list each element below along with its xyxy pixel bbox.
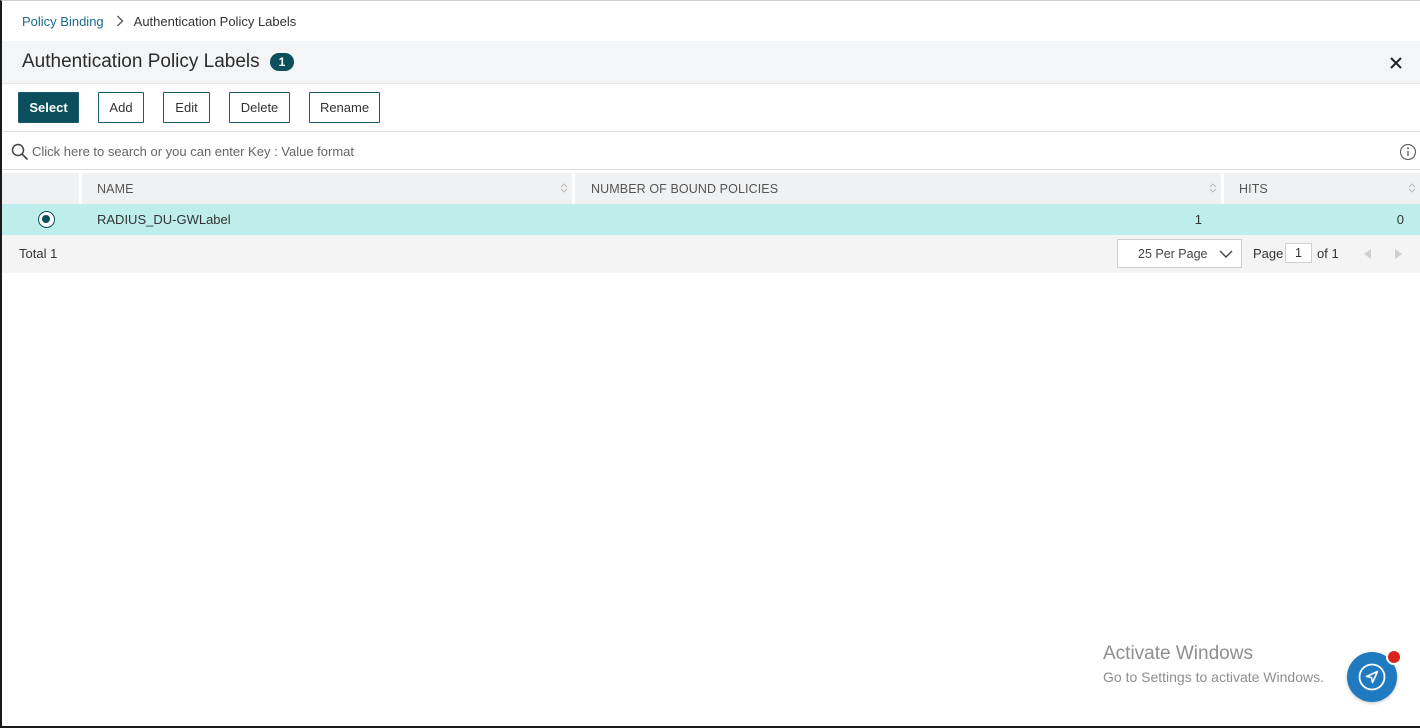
per-page-select[interactable]: 25 Per Page — [1117, 239, 1242, 268]
chevron-left-icon — [1364, 249, 1371, 259]
windows-activation-watermark: Activate Windows Go to Settings to activ… — [1103, 643, 1324, 685]
info-icon[interactable] — [1399, 143, 1417, 166]
chevron-down-icon — [1219, 250, 1233, 258]
close-button[interactable] — [1388, 55, 1404, 71]
cell-bound-policies: 1 — [1194, 212, 1202, 227]
page-title-text: Authentication Policy Labels — [22, 51, 260, 72]
sort-icon — [1408, 183, 1416, 193]
search-icon — [11, 143, 29, 166]
watermark-title: Activate Windows — [1103, 643, 1253, 664]
column-header-hits[interactable]: HITS — [1224, 173, 1420, 204]
watermark-subtitle: Go to Settings to activate Windows. — [1103, 669, 1324, 685]
search-input[interactable] — [32, 140, 1372, 162]
chevron-right-icon — [1395, 249, 1402, 259]
next-page-button[interactable] — [1394, 248, 1403, 263]
edit-button[interactable]: Edit — [163, 92, 210, 123]
close-icon — [1390, 57, 1402, 69]
navigation-arrow-icon — [1358, 663, 1386, 691]
row-select-radio[interactable] — [38, 204, 55, 235]
page-title: Authentication Policy Labels 1 — [22, 51, 295, 73]
total-value: 1 — [50, 246, 58, 261]
delete-button[interactable]: Delete — [229, 92, 290, 123]
add-button[interactable]: Add — [98, 92, 144, 123]
table-row[interactable]: RADIUS_DU-GWLabel 1 0 — [2, 204, 1420, 235]
select-button[interactable]: Select — [18, 92, 79, 123]
table-footer: Total 1 25 Per Page Page of 1 — [2, 235, 1420, 273]
per-page-value: 25 Per Page — [1138, 246, 1208, 261]
chevron-right-icon — [116, 15, 124, 27]
page-of-label: of 1 — [1317, 246, 1339, 261]
table-header: NAME NUMBER OF BOUND POLICIES HITS — [2, 173, 1420, 204]
column-header-bound-policies-label: NUMBER OF BOUND POLICIES — [591, 181, 779, 196]
cell-name: RADIUS_DU-GWLabel — [97, 212, 231, 227]
rename-button[interactable]: Rename — [309, 92, 380, 123]
radio-selected-icon[interactable] — [38, 211, 55, 228]
sort-icon — [1209, 183, 1217, 193]
breadcrumb: Policy Binding Authentication Policy Lab… — [22, 13, 296, 29]
column-header-name[interactable]: NAME — [82, 173, 572, 204]
column-header-name-label: NAME — [97, 181, 134, 196]
page-label: Page — [1253, 246, 1284, 261]
policy-labels-table: NAME NUMBER OF BOUND POLICIES HITS RADIU… — [2, 173, 1420, 273]
page-header: Authentication Policy Labels 1 — [2, 41, 1420, 84]
app-window: Policy Binding Authentication Policy Lab… — [0, 0, 1420, 728]
total-label: Total — [19, 246, 47, 261]
count-badge: 1 — [269, 53, 295, 71]
floating-help-button[interactable] — [1347, 649, 1402, 702]
toolbar: Select Add Edit Delete Rename — [18, 92, 380, 123]
breadcrumb-current: Authentication Policy Labels — [133, 13, 297, 29]
search-bar — [2, 131, 1420, 170]
notification-dot — [1386, 649, 1402, 665]
breadcrumb-link-policy-binding[interactable]: Policy Binding — [22, 14, 104, 29]
column-header-hits-label: HITS — [1239, 181, 1268, 196]
total-count: Total 1 — [19, 246, 57, 261]
previous-page-button[interactable] — [1363, 248, 1372, 263]
column-header-bound-policies[interactable]: NUMBER OF BOUND POLICIES — [575, 173, 1221, 204]
cell-hits: 0 — [1396, 212, 1404, 227]
sort-icon — [560, 183, 568, 193]
column-select — [2, 173, 79, 204]
page-number-input[interactable] — [1285, 243, 1312, 263]
